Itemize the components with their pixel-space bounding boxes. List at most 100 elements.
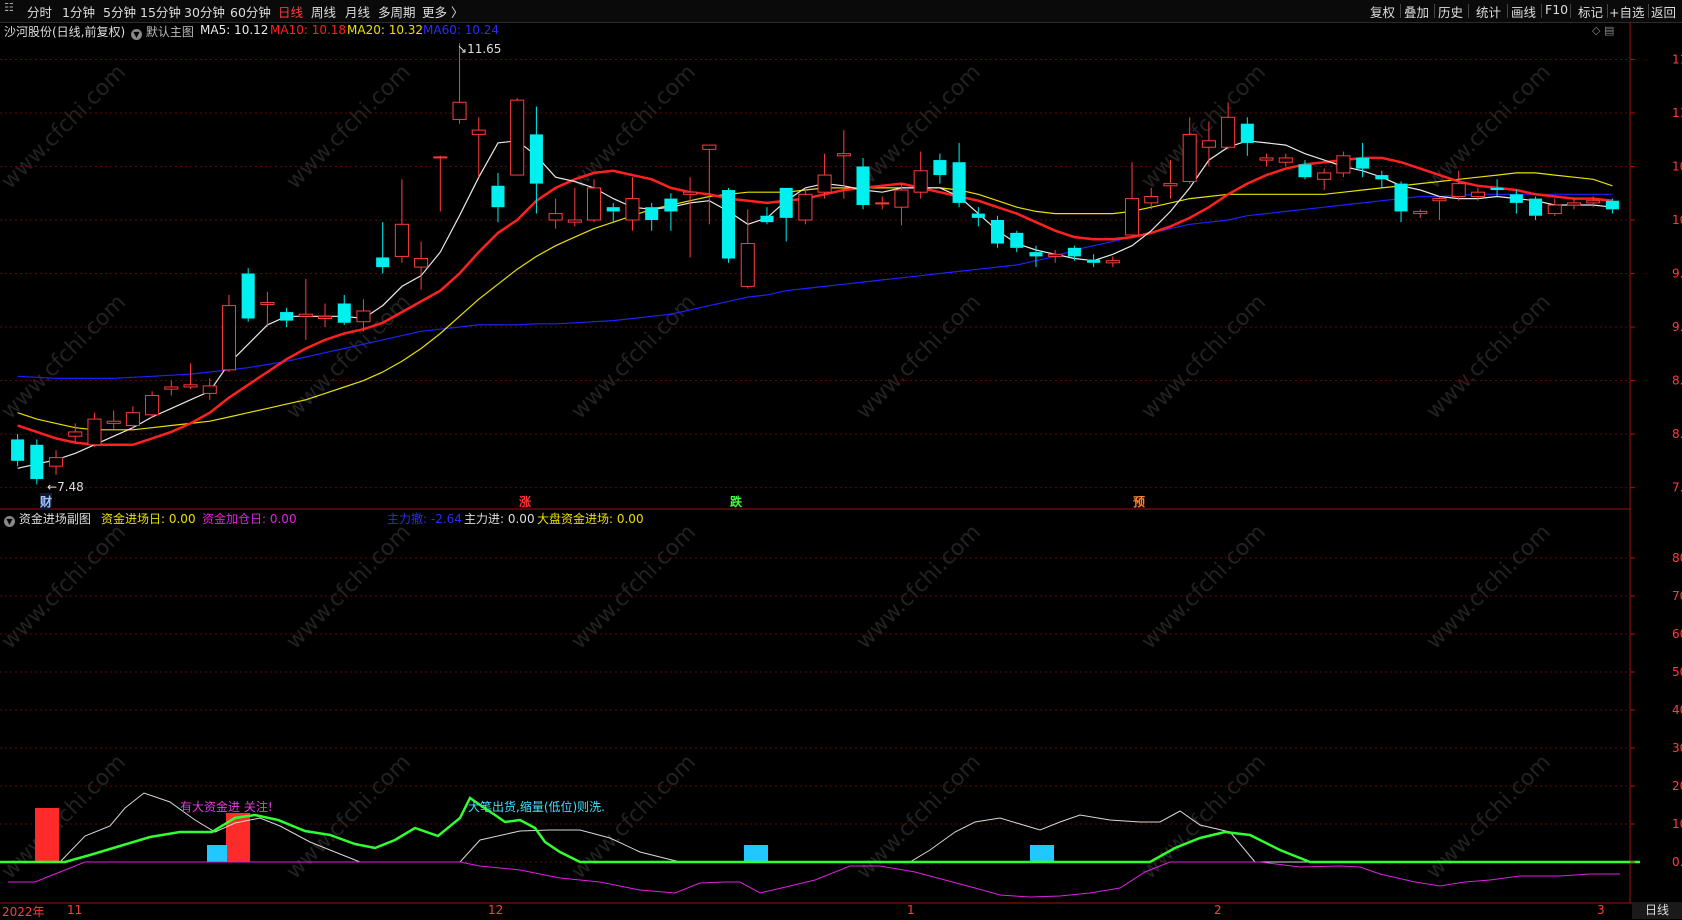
candle [548, 198, 563, 229]
candle [1125, 162, 1140, 238]
candle [510, 97, 525, 176]
candle [106, 410, 121, 429]
candle [1105, 256, 1120, 268]
candle [1048, 249, 1063, 263]
candle [645, 202, 659, 231]
watermark-text: www.cfchi.com [0, 60, 131, 194]
main-force-in-legend: 主力进: 0.00 [464, 512, 535, 526]
date-label-nov: 11 [67, 903, 83, 917]
candle [817, 153, 832, 199]
indicator-tick-label: 40.00 [1672, 703, 1682, 717]
candle [414, 241, 429, 290]
watermark-text: www.cfchi.com [282, 60, 416, 194]
ma10-line [17, 156, 1613, 447]
fund-entry-day-legend: 资金进场日: 0.00 [101, 512, 196, 526]
watermark-text: www.cfchi.com [1422, 750, 1556, 884]
candle [337, 294, 351, 325]
candle [913, 151, 928, 199]
candle [30, 439, 44, 485]
ma60-line [17, 193, 1613, 379]
price-tick-label: 9.00 [1672, 320, 1682, 334]
event-marker-limit-down[interactable]: 跌 [730, 493, 742, 510]
candle [298, 278, 313, 340]
low-price-label: ←7.48 [47, 480, 84, 494]
fund-add-bar [207, 845, 227, 862]
candle [1529, 196, 1543, 221]
candle [798, 187, 813, 225]
sub-panel-dropdown[interactable]: ▼ 资金进场副图 [4, 510, 91, 527]
event-marker-forecast[interactable]: 预 [1133, 493, 1145, 510]
date-label-year: 2022年 [2, 905, 45, 919]
bottom-period-tab[interactable]: 日线 [1632, 902, 1682, 919]
price-tick-label: 7.50 [1672, 481, 1682, 495]
high-price-label: ↘11.65 [457, 42, 502, 56]
candle [991, 215, 1005, 248]
event-marker-finance[interactable]: 财 [40, 493, 53, 510]
candle [1336, 151, 1351, 178]
candle [202, 378, 217, 400]
indicator-tick-label: 80.00 [1672, 551, 1682, 565]
date-label-feb: 2 [1214, 903, 1222, 917]
candle [125, 406, 140, 429]
candle [567, 187, 582, 227]
candle [1509, 190, 1523, 214]
candle [933, 153, 947, 184]
candle [376, 222, 390, 274]
candle [145, 391, 160, 419]
price-tick-label: 10.00 [1672, 213, 1682, 227]
annotation-big-fund: 有大资金进 关注! [180, 800, 273, 814]
candle [664, 193, 678, 231]
chevron-down-icon: ▼ [4, 516, 15, 527]
watermark-layer: www.cfchi.com www.cfchi.com www.cfchi.com w… [0, 60, 1556, 884]
candle [1394, 181, 1408, 223]
indicator-axis-labels: 80.00 70.00 60.00 50.00 40.00 30.00 20.00 10.00… [1630, 551, 1682, 869]
watermark-text: www.cfchi.com [0, 290, 131, 424]
watermark-text: www.cfchi.com [1137, 750, 1271, 884]
watermark-text: www.cfchi.com [1137, 290, 1271, 424]
event-marker-limit-up[interactable]: 涨 [519, 493, 531, 510]
fund-entry-bar [35, 808, 59, 862]
price-tick-label: 11.50 [1672, 52, 1682, 66]
candle [491, 172, 505, 223]
fund-add-day-legend: 资金加仓日: 0.00 [202, 512, 297, 526]
main-force-out-legend: 主力撤: -2.64 [387, 512, 462, 526]
candlestick-series [11, 43, 1619, 485]
candle [1413, 209, 1428, 218]
candle [760, 207, 774, 225]
candle [260, 291, 275, 328]
candle [875, 196, 890, 210]
date-label-jan: 1 [907, 903, 915, 917]
watermark-text: www.cfchi.com [567, 290, 701, 424]
fund-add-bar [744, 845, 768, 862]
candle [894, 183, 909, 226]
candle [1317, 168, 1332, 191]
candle [394, 179, 409, 263]
candle [1278, 153, 1293, 167]
sub-panel-title: 资金进场副图 [18, 512, 91, 526]
fund-add-bar [1030, 845, 1054, 862]
candle [779, 187, 793, 242]
candle [241, 268, 255, 322]
candle [221, 294, 236, 372]
watermark-text: www.cfchi.com [852, 290, 986, 424]
watermark-text: www.cfchi.com [1422, 60, 1556, 194]
price-tick-label: 9.50 [1672, 267, 1682, 281]
watermark-text: www.cfchi.com [1422, 290, 1556, 424]
date-label-mar: 3 [1597, 903, 1605, 917]
candle [1547, 198, 1562, 216]
candle [183, 363, 198, 390]
candle [606, 202, 620, 223]
candle [722, 187, 736, 263]
indicator-tick-label: 70.00 [1672, 589, 1682, 603]
indicator-tick-label: 0.00 [1672, 855, 1682, 869]
candle [952, 142, 966, 208]
candle [318, 303, 333, 328]
candle [433, 155, 448, 212]
watermark-text: www.cfchi.com [0, 750, 131, 884]
candle [1432, 196, 1447, 221]
candle [1087, 254, 1101, 268]
ma20-line [17, 172, 1613, 431]
price-tick-label: 10.50 [1672, 159, 1682, 173]
ma-lines [17, 140, 1613, 469]
price-tick-label: 8.50 [1672, 374, 1682, 388]
